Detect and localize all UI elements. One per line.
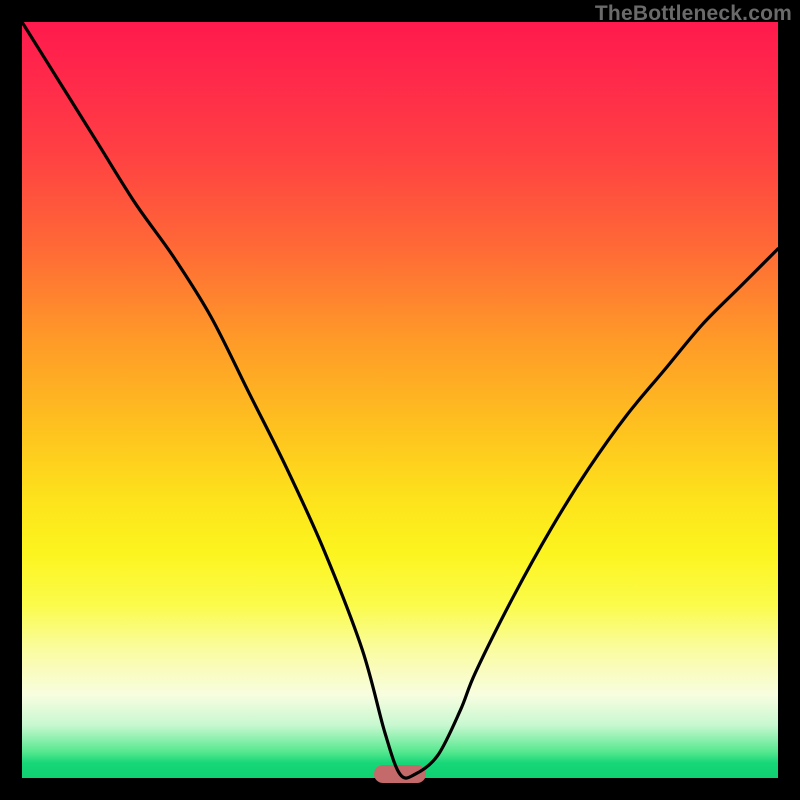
watermark-text: TheBottleneck.com [595, 2, 792, 26]
chart-frame: TheBottleneck.com [0, 0, 800, 800]
bottleneck-curve [22, 22, 778, 778]
curve-path [22, 22, 778, 778]
plot-area [22, 22, 778, 778]
